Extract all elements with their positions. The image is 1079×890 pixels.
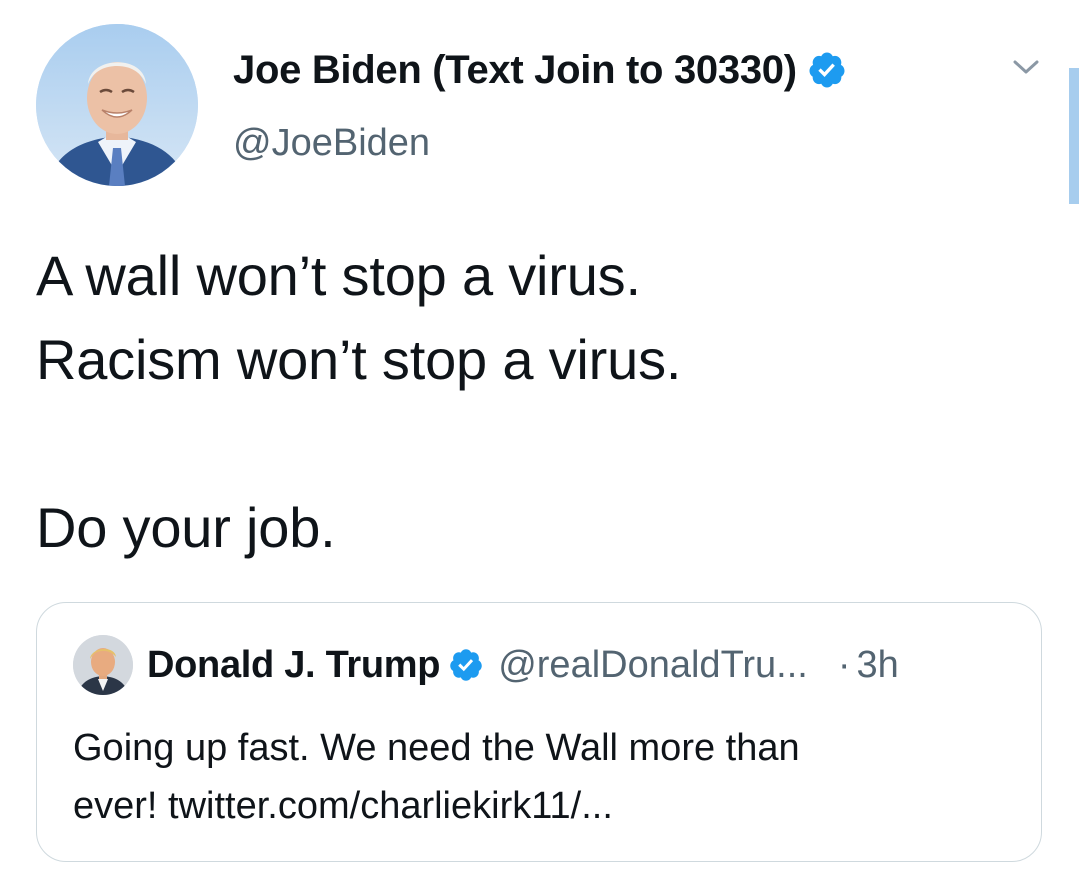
author-display-name[interactable]: Joe Biden (Text Join to 30330): [233, 48, 797, 93]
tweet-text-line: Racism won’t stop a virus.: [36, 328, 682, 391]
quoted-author-handle[interactable]: @realDonaldTru...: [498, 644, 808, 687]
quoted-author-avatar[interactable]: [73, 635, 133, 695]
verified-badge-icon: [807, 50, 847, 90]
scroll-indicator: [1069, 68, 1079, 204]
quoted-author-display-name[interactable]: Donald J. Trump: [147, 644, 441, 687]
author-handle[interactable]: @JoeBiden: [233, 122, 430, 165]
author-avatar[interactable]: [36, 24, 198, 186]
tweet-text-line: A wall won’t stop a virus.: [36, 244, 641, 307]
quoted-tweet-header: Donald J. Trump @realDonaldTru... · 3h: [147, 639, 899, 691]
tweet-text: A wall won’t stop a virus. Racism won’t …: [36, 234, 1036, 570]
chevron-down-icon[interactable]: [1007, 52, 1045, 82]
quoted-tweet-text-line: ever! twitter.com/charliekirk11/...: [73, 785, 613, 827]
quoted-tweet-text-line: Going up fast. We need the Wall more tha…: [73, 727, 800, 769]
separator-dot: ·: [837, 643, 851, 686]
author-name-row[interactable]: Joe Biden (Text Join to 30330): [233, 44, 847, 96]
quoted-tweet-card[interactable]: Donald J. Trump @realDonaldTru... · 3h G…: [36, 602, 1042, 862]
verified-badge-icon: [448, 647, 484, 683]
quoted-tweet-timestamp[interactable]: 3h: [856, 644, 898, 687]
quoted-tweet-text: Going up fast. We need the Wall more tha…: [73, 719, 1013, 835]
tweet-text-line: Do your job.: [36, 496, 336, 559]
